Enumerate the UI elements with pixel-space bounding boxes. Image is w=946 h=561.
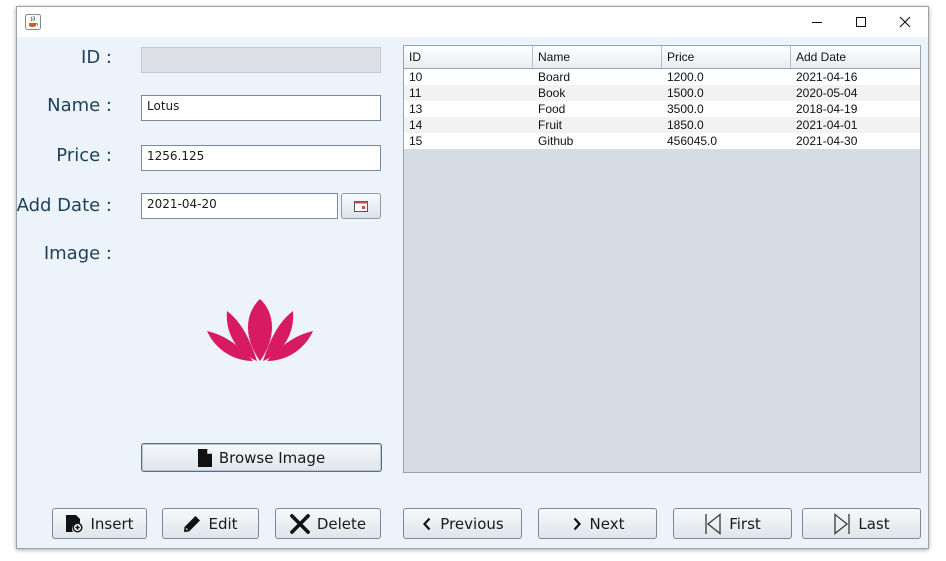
products-table[interactable]: ID Name Price Add Date 10 Board 1200.0 2… <box>403 45 921 473</box>
table-row[interactable]: 15 Github 456045.0 2021-04-30 <box>404 133 920 149</box>
chevron-left-icon <box>423 517 431 530</box>
add-date-label: Add Date : <box>16 195 112 216</box>
name-label: Name : <box>47 95 112 116</box>
cell-price: 1500.0 <box>667 86 704 100</box>
delete-label: Delete <box>316 514 367 533</box>
price-field[interactable]: 1256.125 <box>141 145 381 171</box>
insert-button[interactable]: Insert <box>52 508 147 539</box>
column-header-id[interactable]: ID <box>404 46 533 68</box>
previous-label: Previous <box>440 514 504 533</box>
cell-price: 1200.0 <box>667 70 704 84</box>
next-label: Next <box>589 514 625 533</box>
name-field[interactable]: Lotus <box>141 95 381 121</box>
cell-id: 15 <box>409 134 423 148</box>
lotus-flower-image <box>205 297 315 368</box>
cell-price: 1850.0 <box>667 118 704 132</box>
cell-id: 13 <box>409 102 423 116</box>
cell-add-date: 2021-04-30 <box>796 134 858 148</box>
id-label: ID : <box>81 47 112 68</box>
delete-button[interactable]: Delete <box>275 508 381 539</box>
previous-button[interactable]: Previous <box>403 508 522 539</box>
skip-last-icon <box>834 512 851 535</box>
close-icon <box>899 16 911 28</box>
browse-image-button[interactable]: Browse Image <box>141 443 382 472</box>
price-label: Price : <box>56 145 112 166</box>
next-button[interactable]: Next <box>538 508 657 539</box>
edit-button[interactable]: Edit <box>162 508 259 539</box>
minimize-button[interactable] <box>794 7 840 37</box>
column-header-price[interactable]: Price <box>662 46 791 68</box>
cell-id: 10 <box>409 70 423 84</box>
cell-add-date: 2021-04-16 <box>796 70 858 84</box>
pencil-icon <box>184 515 201 532</box>
first-button[interactable]: First <box>673 508 792 539</box>
cell-name: Board <box>538 70 571 84</box>
cell-name: Fruit <box>538 118 562 132</box>
cell-name: Book <box>538 86 566 100</box>
table-row[interactable]: 14 Fruit 1850.0 2021-04-01 <box>404 117 920 133</box>
app-window: ID : Name : Price : Add Date : Image : L… <box>16 6 929 549</box>
maximize-button[interactable] <box>838 7 884 37</box>
chevron-right-icon <box>573 517 581 530</box>
browse-image-label: Browse Image <box>218 448 326 467</box>
table-row[interactable]: 10 Board 1200.0 2021-04-16 <box>404 69 920 85</box>
edit-label: Edit <box>208 514 238 533</box>
calendar-button[interactable] <box>341 193 381 219</box>
last-label: Last <box>858 514 890 533</box>
column-header-add-date[interactable]: Add Date <box>791 46 920 68</box>
insert-label: Insert <box>90 514 134 533</box>
close-button[interactable] <box>882 7 928 37</box>
file-icon <box>197 448 212 467</box>
table-body: 10 Board 1200.0 2021-04-16 11 Book 1500.… <box>404 69 920 149</box>
image-label: Image : <box>43 243 112 264</box>
cell-add-date: 2020-05-04 <box>796 86 858 100</box>
cell-name: Food <box>538 102 566 116</box>
table-row[interactable]: 11 Book 1500.0 2020-05-04 <box>404 85 920 101</box>
maximize-icon <box>856 17 866 27</box>
add-date-field[interactable]: 2021-04-20 <box>141 193 338 219</box>
column-header-name[interactable]: Name <box>533 46 662 68</box>
first-label: First <box>729 514 761 533</box>
calendar-icon <box>354 201 368 212</box>
id-field[interactable] <box>141 47 381 73</box>
cell-id: 14 <box>409 118 423 132</box>
insert-icon <box>66 514 83 532</box>
cell-id: 11 <box>409 86 422 100</box>
cell-price: 3500.0 <box>667 102 704 116</box>
table-row[interactable]: 13 Food 3500.0 2018-04-19 <box>404 101 920 117</box>
close-x-icon <box>289 513 310 534</box>
minimize-icon <box>812 22 822 23</box>
cell-name: Github <box>538 134 574 148</box>
last-button[interactable]: Last <box>802 508 921 539</box>
java-cup-icon <box>25 14 41 30</box>
title-bar <box>17 7 928 37</box>
table-header: ID Name Price Add Date <box>404 46 920 69</box>
cell-add-date: 2021-04-01 <box>796 118 858 132</box>
cell-price: 456045.0 <box>667 134 718 148</box>
cell-add-date: 2018-04-19 <box>796 102 858 116</box>
skip-first-icon <box>705 512 721 535</box>
